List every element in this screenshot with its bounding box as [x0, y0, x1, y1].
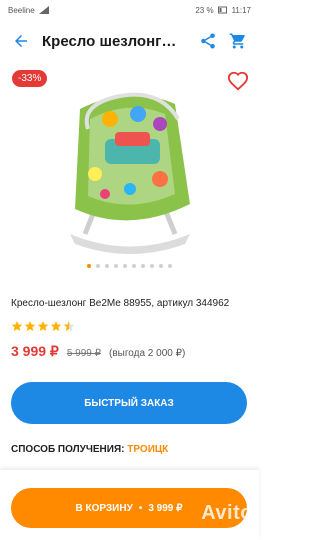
signal-icon	[38, 6, 49, 14]
pagination-dot[interactable]	[159, 264, 163, 268]
star-icon	[37, 321, 49, 331]
product-image	[70, 92, 190, 254]
current-price: 3 999 ₽	[11, 343, 59, 359]
cart-button-label: В КОРЗИНУ	[75, 502, 133, 514]
page-title: Кресло шезлонг…	[42, 32, 177, 50]
delivery-method[interactable]: СПОСОБ ПОЛУЧЕНИЯ: ТРОИЦК	[11, 444, 168, 455]
pagination-dot[interactable]	[87, 264, 91, 268]
pagination-dot[interactable]	[150, 264, 154, 268]
product-name: Кресло-шезлонг Be2Me 88955, артикул 3449…	[11, 298, 230, 309]
pagination-dot[interactable]	[114, 264, 118, 268]
arrow-left-icon	[15, 35, 27, 47]
top-app-bar: Кресло шезлонг…	[0, 20, 259, 62]
cart-button-separator: •	[138, 502, 143, 514]
pagination-dot[interactable]	[141, 264, 145, 268]
time-label: 11:17	[231, 5, 251, 15]
savings-label: (выгода 2 000 ₽)	[109, 348, 186, 359]
battery-label: 23 %	[195, 5, 214, 15]
pagination-dot[interactable]	[105, 264, 109, 268]
star-icon	[63, 321, 75, 331]
carrier-label: Beeline	[8, 5, 35, 15]
star-icon	[50, 321, 62, 331]
avito-watermark: Avito	[201, 502, 253, 524]
pagination-dot[interactable]	[96, 264, 100, 268]
battery-icon	[217, 6, 227, 14]
discount-badge: -33%	[12, 70, 48, 87]
favorite-heart-icon[interactable]	[227, 70, 249, 92]
cart-button[interactable]	[225, 28, 251, 54]
star-icon	[11, 321, 23, 331]
star-icon	[24, 321, 36, 331]
cart-icon	[229, 33, 245, 49]
delivery-city[interactable]: ТРОИЦК	[127, 444, 168, 455]
delivery-label: СПОСОБ ПОЛУЧЕНИЯ:	[11, 444, 125, 455]
cart-button-price: 3 999 ₽	[148, 502, 183, 514]
product-gallery[interactable]: -33%	[0, 62, 259, 272]
pagination-dot[interactable]	[132, 264, 136, 268]
share-icon	[201, 33, 215, 49]
gallery-pagination	[0, 264, 259, 272]
price-row: 3 999 ₽ 5 999 ₽ (выгода 2 000 ₽)	[11, 343, 185, 360]
old-price: 5 999 ₽	[66, 348, 102, 359]
pagination-dot[interactable]	[168, 264, 172, 268]
back-button[interactable]	[8, 28, 34, 54]
rating-stars	[11, 320, 75, 332]
quick-order-button[interactable]: БЫСТРЫЙ ЗАКАЗ	[11, 382, 247, 424]
status-bar: Beeline 23 % 11:17	[0, 0, 259, 20]
share-button[interactable]	[195, 28, 221, 54]
pagination-dot[interactable]	[123, 264, 127, 268]
